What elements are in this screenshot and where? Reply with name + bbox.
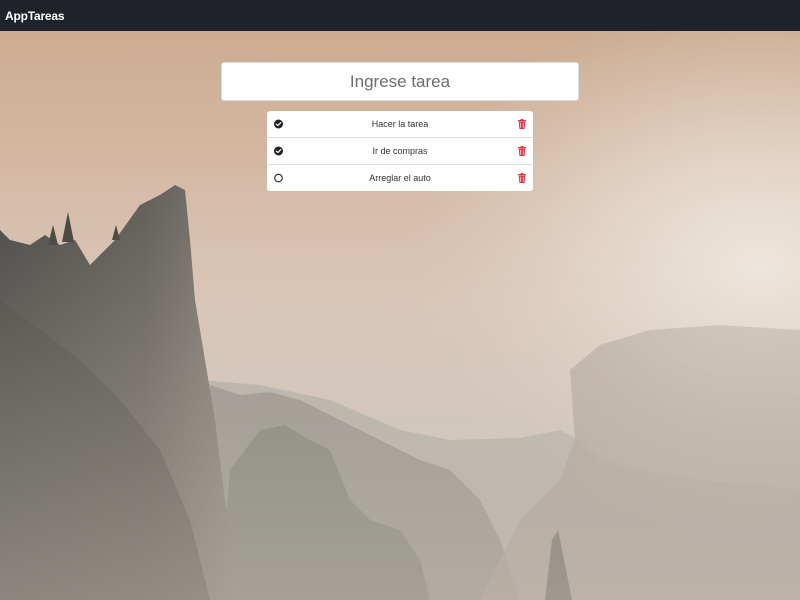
task-row: Ir de compras: [267, 138, 533, 165]
task-label: Hacer la tarea: [371, 119, 429, 129]
task-label: Arreglar el auto: [369, 173, 431, 183]
task-label: Ir de compras: [372, 146, 428, 156]
task-row: Hacer la tarea: [267, 111, 533, 138]
check-circle-icon[interactable]: [274, 119, 283, 129]
trash-icon[interactable]: [518, 173, 526, 183]
trash-icon[interactable]: [518, 146, 526, 156]
circle-icon[interactable]: [274, 173, 283, 183]
page: AppTareas Hacer la tarea Ir de co: [0, 0, 800, 600]
task-list: Hacer la tarea Ir de compras Arreglar el…: [267, 111, 533, 191]
task-input[interactable]: [221, 62, 579, 101]
check-circle-icon[interactable]: [274, 146, 283, 156]
task-row: Arreglar el auto: [267, 165, 533, 191]
navbar: AppTareas: [0, 0, 800, 31]
trash-icon[interactable]: [518, 119, 526, 129]
app-brand[interactable]: AppTareas: [5, 9, 65, 23]
